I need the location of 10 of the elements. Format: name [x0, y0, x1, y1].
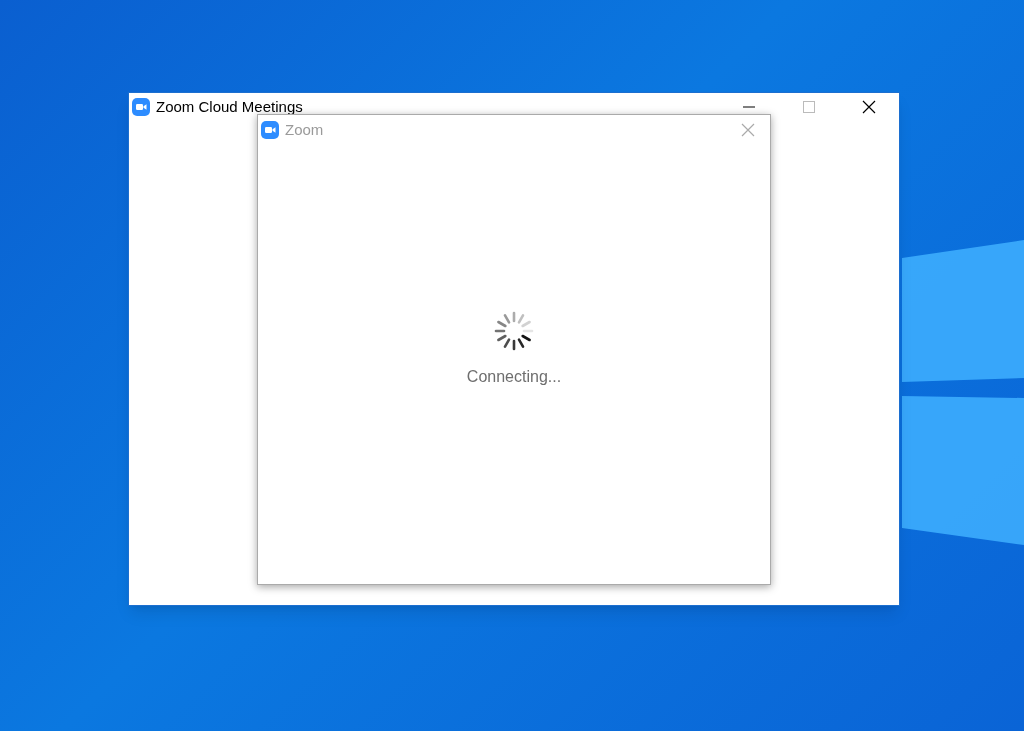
minimize-icon: [743, 106, 755, 108]
zoom-logo-icon: [132, 98, 150, 116]
close-icon: [862, 100, 876, 114]
loading-spinner-icon: [494, 311, 534, 351]
window-title: Zoom Cloud Meetings: [156, 96, 303, 117]
zoom-logo-icon: [261, 121, 279, 139]
dialog-title: Zoom: [285, 119, 324, 140]
connecting-status: Connecting...: [466, 367, 562, 387]
maximize-icon: [803, 101, 815, 113]
close-icon: [741, 123, 755, 137]
